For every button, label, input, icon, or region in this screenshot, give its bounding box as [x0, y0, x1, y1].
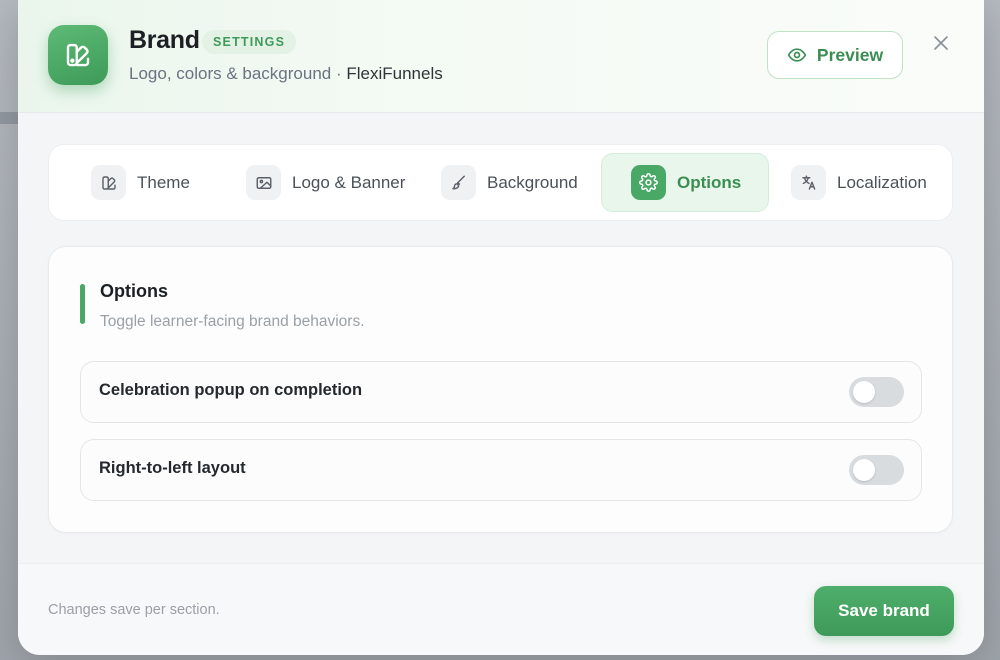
tab-localization[interactable]: Localization: [779, 153, 949, 212]
tab-options[interactable]: Options: [601, 153, 769, 212]
close-icon: [934, 36, 948, 50]
tab-label: Background: [487, 172, 578, 192]
options-panel: Options Toggle learner-facing brand beha…: [48, 246, 953, 533]
toggle-knob: [853, 459, 875, 481]
tab-label: Theme: [137, 172, 190, 192]
modal-subtitle: Logo, colors & background · FlexiFunnels: [129, 64, 443, 84]
settings-badge: SETTINGS: [202, 30, 297, 54]
option-row-celebration-popup: Celebration popup on completion: [80, 361, 922, 423]
eye-icon: [787, 48, 807, 62]
brand-settings-modal: Brand SETTINGS Logo, colors & background…: [18, 0, 984, 655]
org-name: FlexiFunnels: [346, 64, 443, 83]
tab-label: Options: [677, 172, 742, 192]
footer-note: Changes save per section.: [48, 602, 220, 618]
celebration-popup-toggle[interactable]: [849, 377, 904, 407]
tab-label: Logo & Banner: [292, 172, 406, 192]
brand-palette-icon: [48, 25, 108, 85]
option-row-rtl-layout: Right-to-left layout: [80, 439, 922, 501]
tab-theme[interactable]: Theme: [79, 153, 229, 212]
option-label: Right-to-left layout: [99, 459, 246, 477]
modal-title: Brand: [129, 26, 200, 54]
modal-footer: Changes save per section. Save brand: [18, 563, 984, 655]
tab-label: Localization: [837, 172, 927, 192]
rtl-layout-toggle[interactable]: [849, 455, 904, 485]
tab-logo-banner[interactable]: Logo & Banner: [234, 153, 419, 212]
tab-bar: Theme Logo & Banner Background Options L…: [48, 144, 953, 221]
option-label: Celebration popup on completion: [99, 381, 363, 399]
image-icon: [246, 165, 281, 200]
preview-label: Preview: [816, 44, 884, 65]
gear-icon: [631, 165, 666, 200]
toggle-knob: [853, 381, 875, 403]
section-title: Options: [100, 281, 168, 301]
translate-icon: [791, 165, 826, 200]
palette-icon: [91, 165, 126, 200]
preview-button[interactable]: Preview: [767, 31, 903, 79]
brush-icon: [441, 165, 476, 200]
subtitle-text: Logo, colors & background ·: [129, 64, 347, 83]
section-description: Toggle learner-facing brand behaviors.: [100, 313, 365, 330]
tab-background[interactable]: Background: [429, 153, 599, 212]
section-accent-bar: [80, 284, 85, 324]
save-brand-button[interactable]: Save brand: [814, 586, 954, 636]
modal-header: Brand SETTINGS Logo, colors & background…: [18, 0, 984, 113]
close-button[interactable]: [928, 30, 954, 56]
